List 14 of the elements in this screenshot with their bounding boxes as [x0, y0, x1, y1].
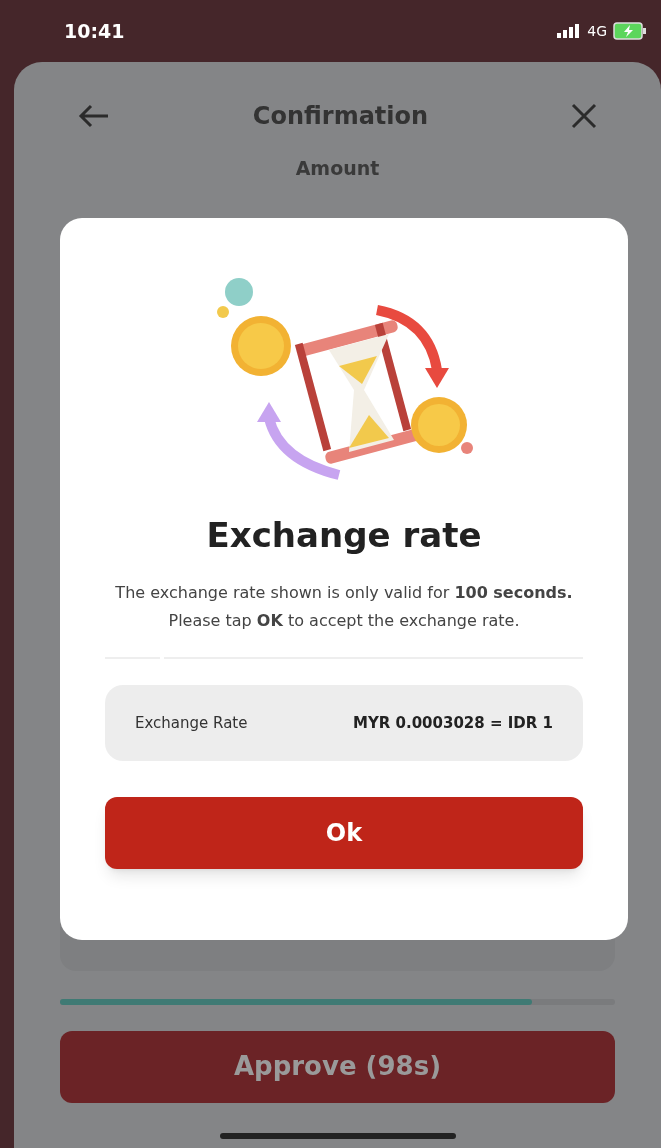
signal-icon — [557, 24, 582, 38]
battery-charging-icon — [613, 22, 647, 40]
ok-button[interactable]: Ok — [105, 797, 583, 869]
back-arrow-icon[interactable] — [78, 104, 110, 128]
page-title: Confirmation — [252, 101, 429, 132]
network-label: 4G — [587, 21, 607, 41]
rate-label: Exchange Rate — [135, 712, 248, 734]
close-icon[interactable] — [571, 103, 597, 129]
rate-value: MYR 0.0003028 = IDR 1 — [353, 712, 553, 734]
dialog-instruction: Please tap OK to accept the exchange rate. — [168, 610, 520, 632]
status-time: 10:41 — [64, 18, 125, 44]
dialog-message: The exchange rate shown is only valid for 100 seconds. — [115, 582, 573, 604]
amount-label: Amount — [295, 156, 380, 181]
dialog-title: Exchange rate — [206, 514, 482, 557]
